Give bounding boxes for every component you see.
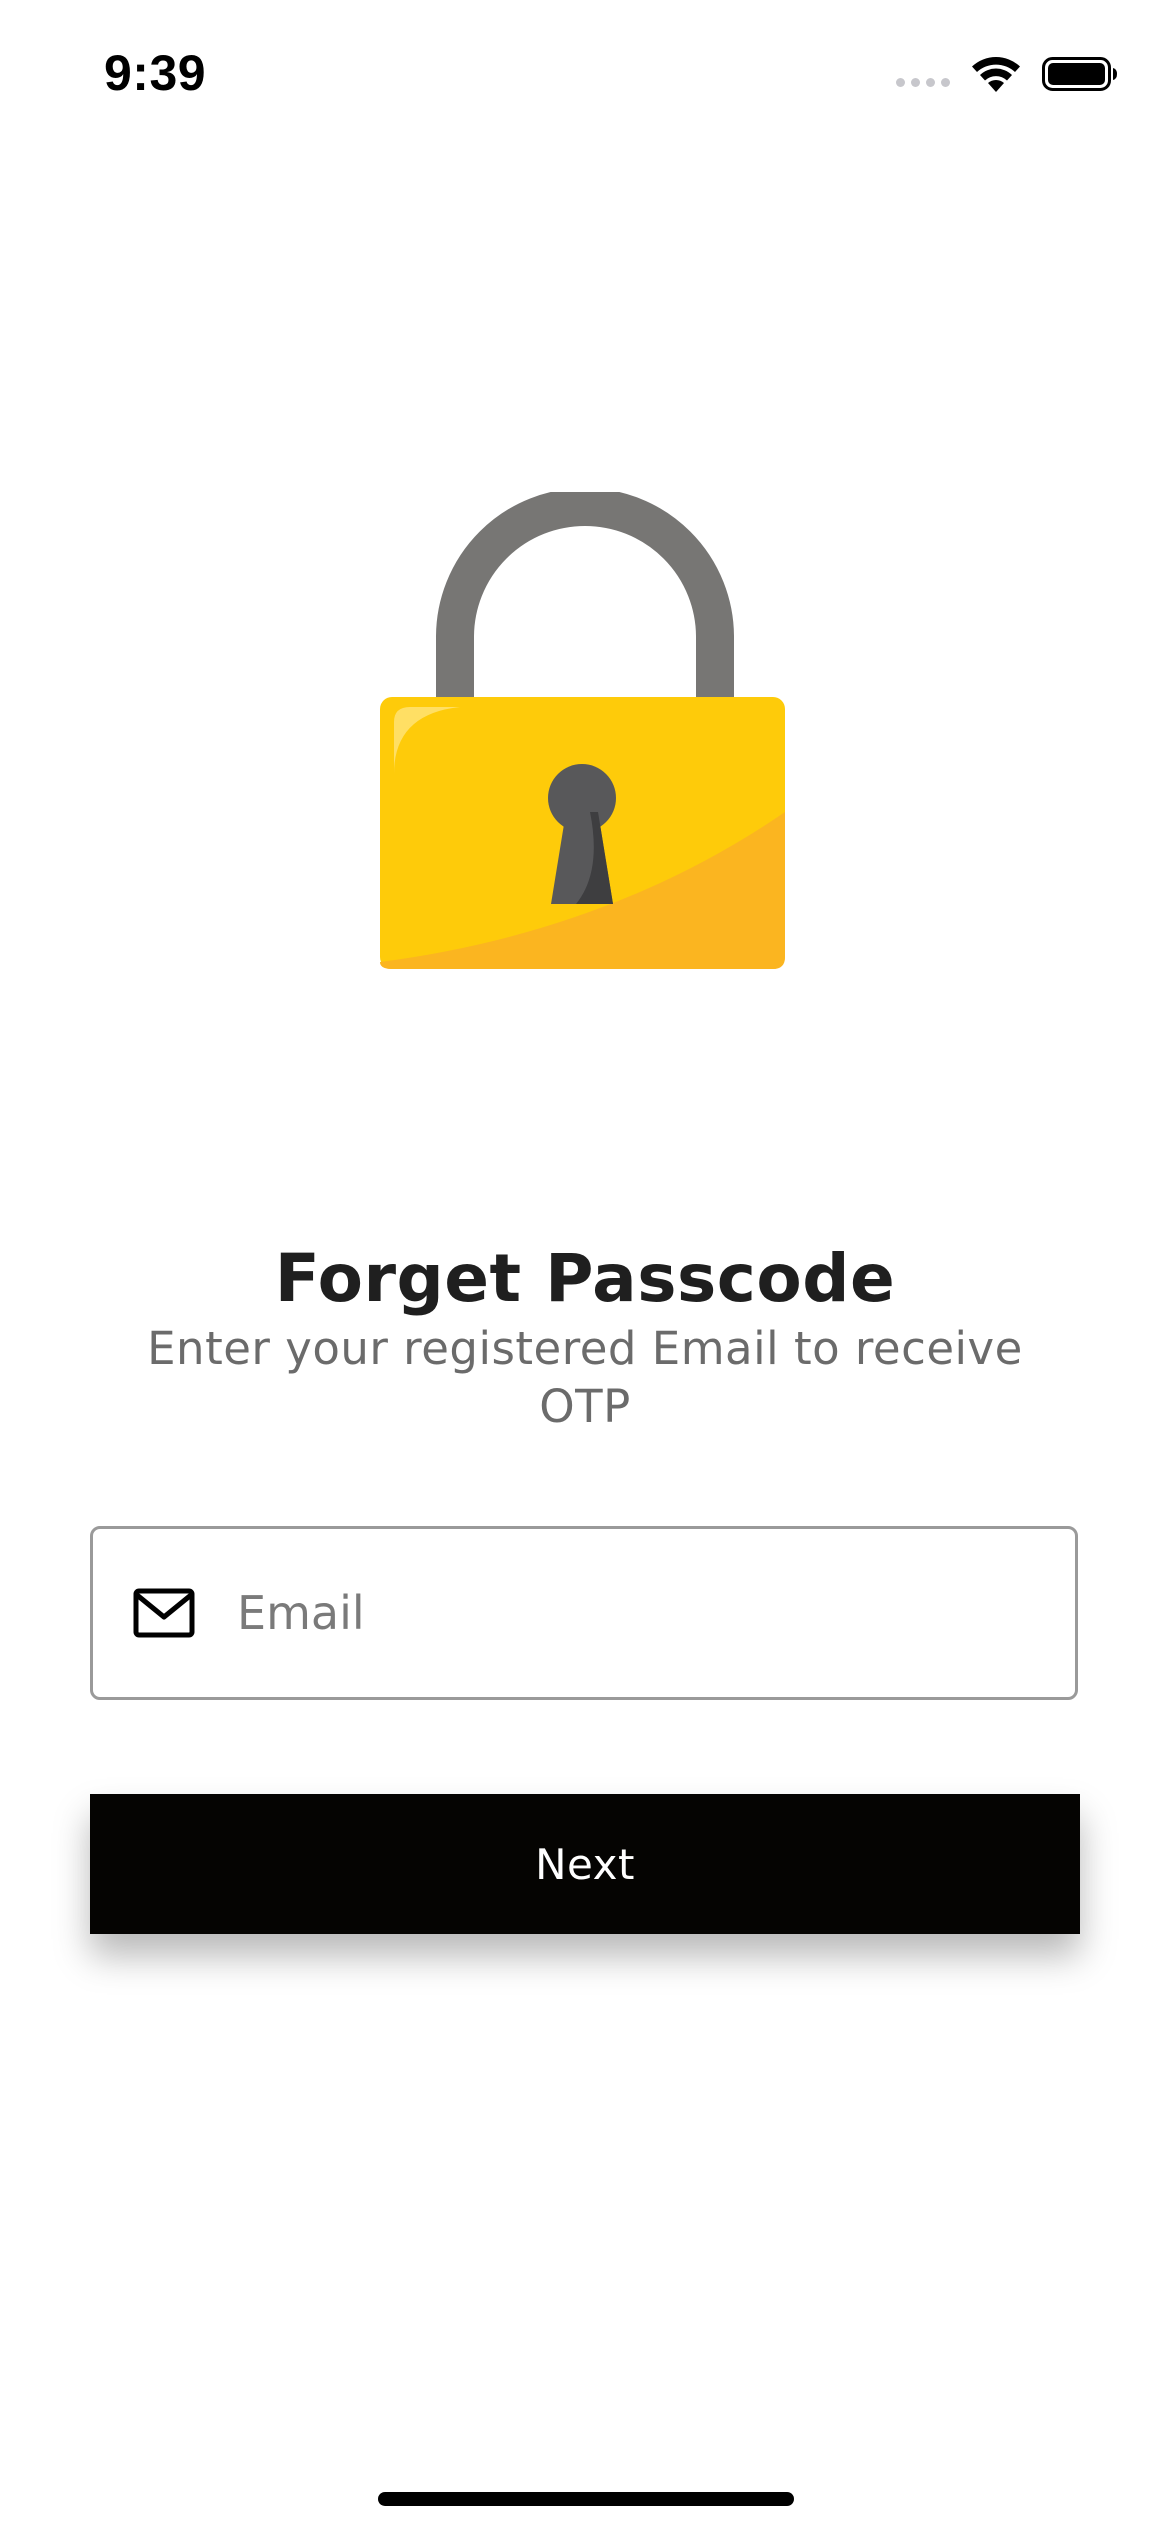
- email-field[interactable]: [90, 1526, 1078, 1700]
- padlock-icon: [380, 492, 785, 969]
- page-subtitle: Enter your registered Email to receive O…: [147, 1322, 1023, 1433]
- mail-icon: [133, 1588, 195, 1638]
- cellular-signal-icon: [896, 77, 950, 87]
- battery-icon: [1042, 57, 1117, 91]
- forget-passcode-screen: 9:39 Forget Passcode Enter your register…: [0, 0, 1170, 2532]
- status-bar: 9:39: [0, 0, 1170, 140]
- email-input[interactable]: [237, 1529, 1037, 1697]
- page-title: Forget Passcode: [274, 1240, 896, 1317]
- next-button[interactable]: Next: [90, 1794, 1080, 1934]
- status-time: 9:39: [104, 45, 207, 101]
- wifi-icon: [972, 56, 1020, 92]
- status-icons: [896, 52, 1118, 96]
- home-indicator[interactable]: [378, 2492, 794, 2506]
